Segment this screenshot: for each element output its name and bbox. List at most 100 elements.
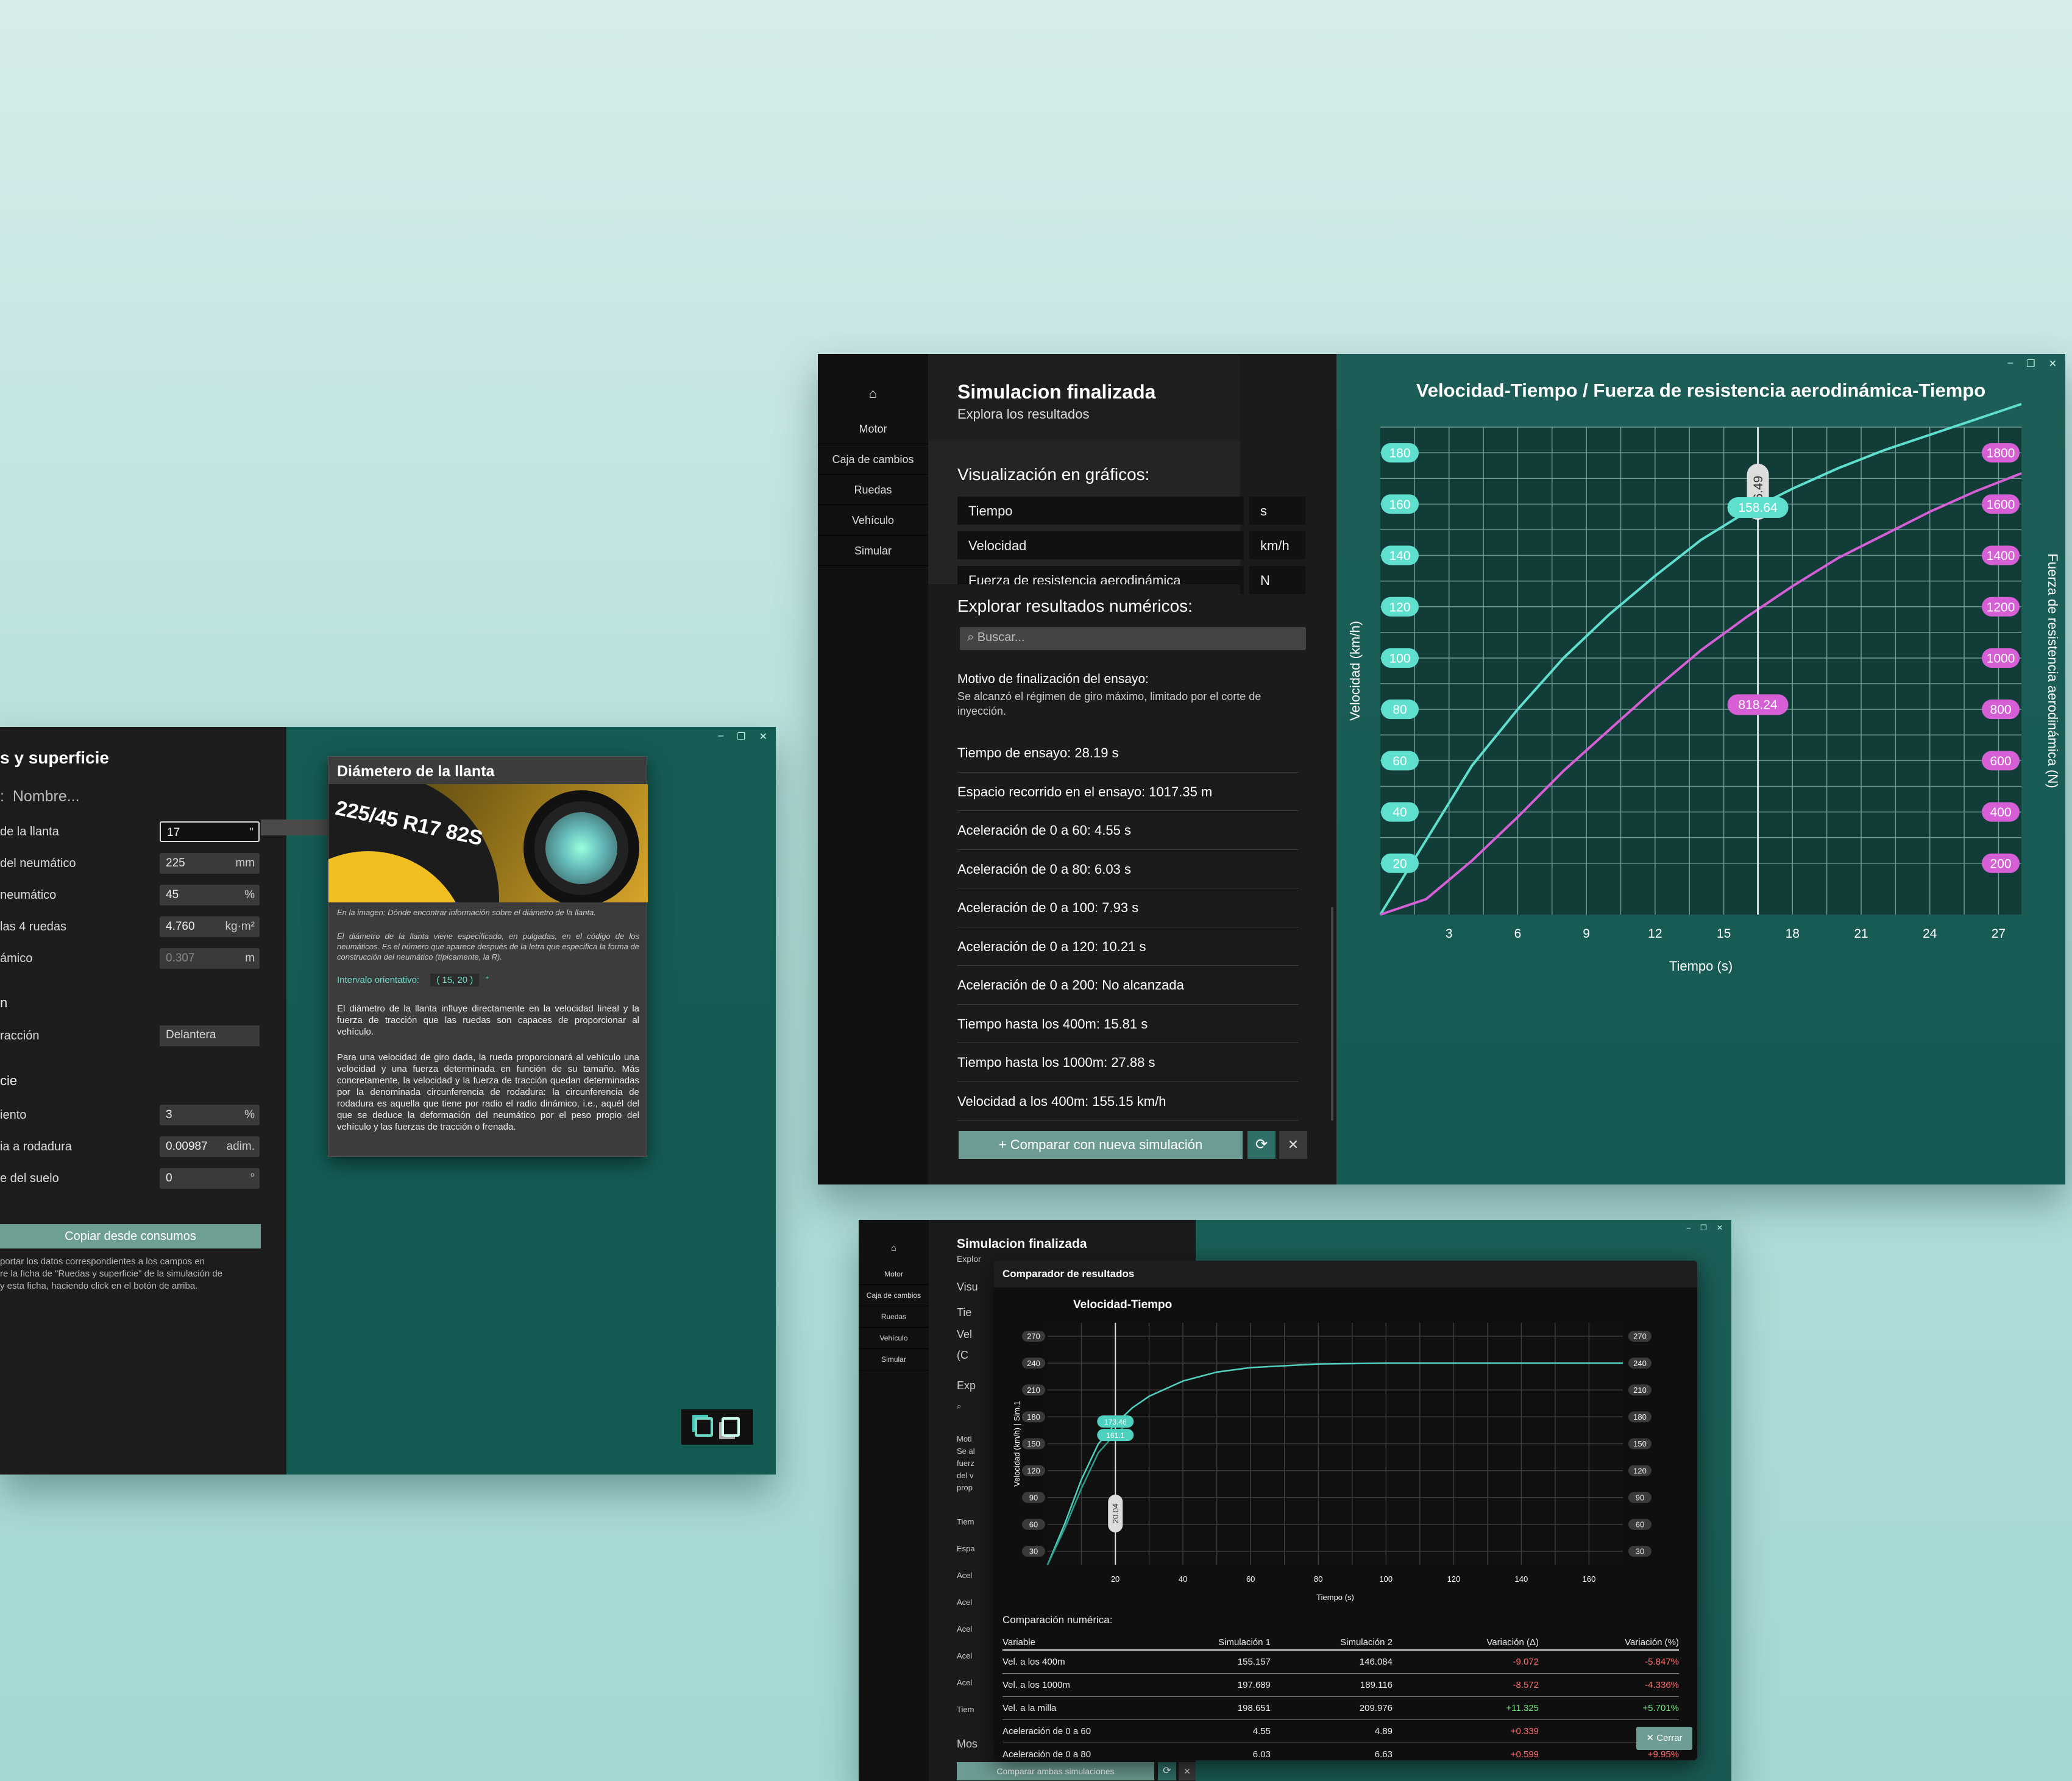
x-tick-label: 40	[1179, 1574, 1187, 1584]
sidebar-item[interactable]: Caja de cambios	[818, 444, 928, 475]
field-value: 225	[166, 857, 185, 869]
minimize-icon[interactable]: –	[1686, 1223, 1691, 1232]
x-tick-label: 120	[1447, 1574, 1461, 1584]
graph-variable-unit[interactable]: s	[1249, 497, 1305, 525]
table-header-cell: Variación (%)	[1625, 1637, 1679, 1648]
table-row: Aceleración de 0 a 80 6.03 6.63 +0.599 +9.95…	[1002, 1743, 1679, 1760]
minimize-icon[interactable]: –	[718, 731, 723, 743]
result-item: Aceleración de 0 a 100: 7.93 s	[957, 888, 1299, 927]
copy-docs-icon[interactable]	[695, 1417, 713, 1437]
compare-both-button[interactable]: Comparar ambas simulaciones	[957, 1762, 1154, 1780]
close-modal-button[interactable]: ✕ Cerrar	[1636, 1727, 1692, 1750]
sidebar-item[interactable]: Vehículo	[818, 505, 928, 536]
field-input[interactable]: 0.307 m	[160, 948, 260, 969]
x-axis-label: Tiempo (s)	[1669, 958, 1733, 974]
graph-variable-unit[interactable]: km/h	[1249, 531, 1305, 559]
field-value: 3	[166, 1108, 172, 1121]
x-tick-label: 6	[1514, 927, 1522, 941]
y2-tick-label: 30	[1628, 1545, 1652, 1557]
close-icon[interactable]: ✕	[1717, 1223, 1723, 1232]
svg-text:120: 120	[1027, 1466, 1040, 1475]
field-input[interactable]: 4.760 kg·m²	[160, 916, 260, 937]
y-axis-label: Velocidad (km/h)	[1347, 621, 1363, 721]
field-input[interactable]: 0 °	[160, 1168, 260, 1189]
discard-button[interactable]: ✕	[1179, 1762, 1196, 1780]
refresh-button[interactable]: ⟳	[1158, 1762, 1176, 1780]
search-input[interactable]: ⌕ Buscar...	[960, 627, 1306, 650]
graph-variable[interactable]: Velocidad	[957, 531, 1244, 559]
svg-text:90: 90	[1029, 1493, 1038, 1502]
field-input[interactable]: 0.00987 adim.	[160, 1136, 260, 1157]
table-cell: +5.701%	[1642, 1703, 1679, 1713]
refresh-button[interactable]: ⟳	[1247, 1131, 1275, 1159]
field-input[interactable]: 17 "	[160, 821, 260, 842]
graph-variable-unit[interactable]: N	[1249, 566, 1305, 594]
x-tick-label: 100	[1379, 1574, 1393, 1584]
field-input[interactable]: 3%	[160, 1105, 260, 1125]
result-item: Aceleración de 0 a 80: 6.03 s	[957, 850, 1299, 888]
tooltip-caption: En la imagen: Dónde encontrar informació…	[337, 908, 596, 917]
sidebar-item[interactable]: Motor	[818, 414, 928, 444]
sidebar-item[interactable]: Simular	[818, 536, 928, 566]
svg-text:80: 80	[1393, 703, 1407, 717]
traction-select[interactable]: Delantera	[160, 1025, 260, 1046]
y-tick-label: 180	[1381, 443, 1419, 463]
maximize-icon[interactable]: ❐	[2026, 358, 2035, 370]
results-list: Tiempo de ensayo: 28.19 s Espacio recorri…	[957, 734, 1299, 1121]
svg-text:240: 240	[1633, 1359, 1647, 1368]
x-tick-label: 18	[1786, 927, 1800, 941]
home-icon[interactable]: ⌂	[859, 1220, 929, 1264]
sidebar-item[interactable]: Ruedas	[859, 1306, 929, 1328]
x-tick-label: 12	[1648, 927, 1662, 941]
x-tick-label: 21	[1854, 927, 1868, 941]
x-tick-label: 3	[1446, 927, 1453, 941]
results-panel: Simulacion finalizada Explora los result…	[928, 354, 1333, 1184]
svg-text:158.64: 158.64	[1738, 501, 1778, 515]
field-unit: %	[244, 1108, 255, 1121]
table-cell: -9.072	[1513, 1657, 1539, 1667]
speed-force-chart: 3 6 9 12 15 18 21 24 27 20 40 60 80 100 120 140 160 180 20…	[1347, 403, 2060, 974]
minimize-icon[interactable]: –	[2007, 358, 2013, 370]
y-tick-label: 30	[1022, 1545, 1045, 1557]
interval-value: ( 15, 20 )	[430, 974, 480, 986]
plot-area	[1380, 427, 2021, 915]
compare-speed-chart: 20 40 60 80 100 120 140 160 30 30 60 60 90 90 120 120 15…	[1012, 1323, 1652, 1602]
y2-axis-label: Fuerza de resistencia aerodinámica (N)	[2045, 553, 2060, 788]
maximize-icon[interactable]: ❐	[737, 731, 745, 743]
table-cell: +0.599	[1510, 1749, 1539, 1760]
sidebar-item[interactable]: Ruedas	[818, 475, 928, 505]
maximize-icon[interactable]: ❐	[1700, 1223, 1707, 1232]
sidebar-item[interactable]: Simular	[859, 1349, 929, 1370]
cursor-force-label: 818.24	[1727, 694, 1789, 715]
name-field[interactable]: : Nombre...	[0, 788, 80, 806]
scrollbar[interactable]	[1331, 907, 1333, 1121]
field-label: e del suelo	[0, 1172, 59, 1185]
discard-button[interactable]: ✕	[1279, 1131, 1307, 1159]
close-icon: ✕	[1287, 1137, 1299, 1152]
traction-label: racción	[0, 1029, 40, 1043]
close-icon[interactable]: ✕	[759, 731, 767, 743]
x-tick-label: 140	[1515, 1574, 1528, 1584]
sidebar-item[interactable]: Caja de cambios	[859, 1285, 929, 1306]
paste-docs-icon[interactable]	[722, 1417, 740, 1437]
bg-side-text: fuerz	[957, 1459, 974, 1468]
copy-from-consumption-button[interactable]: Copiar desde consumos	[0, 1224, 261, 1248]
table-cell: Vel. a la milla	[1002, 1703, 1057, 1713]
bg-side-text: Espa	[957, 1544, 975, 1553]
table-cell: Vel. a los 1000m	[1002, 1680, 1070, 1690]
compare-new-simulation-button[interactable]: + Comparar con nueva simulación	[959, 1131, 1243, 1159]
close-icon[interactable]: ✕	[2049, 358, 2057, 370]
table-cell: 198.651	[1237, 1703, 1271, 1713]
sidebar-item[interactable]: Motor	[859, 1264, 929, 1285]
graph-variable[interactable]: Tiempo	[957, 497, 1244, 525]
y2-tick-label: 240	[1628, 1358, 1652, 1369]
sidebar-item[interactable]: Vehículo	[859, 1328, 929, 1349]
docs-icon-group	[681, 1409, 753, 1445]
comparison-table: Variable Simulación 1 Simulación 2 Variació…	[1002, 1634, 1679, 1760]
y2-tick-label: 1600	[1982, 494, 2020, 514]
field-input[interactable]: 45%	[160, 885, 260, 905]
home-icon[interactable]: ⌂	[818, 354, 928, 414]
field-input[interactable]: 225 mm	[160, 853, 260, 874]
cursor-time-label: 20.04	[1108, 1495, 1123, 1532]
y2-tick-label: 90	[1628, 1492, 1652, 1503]
